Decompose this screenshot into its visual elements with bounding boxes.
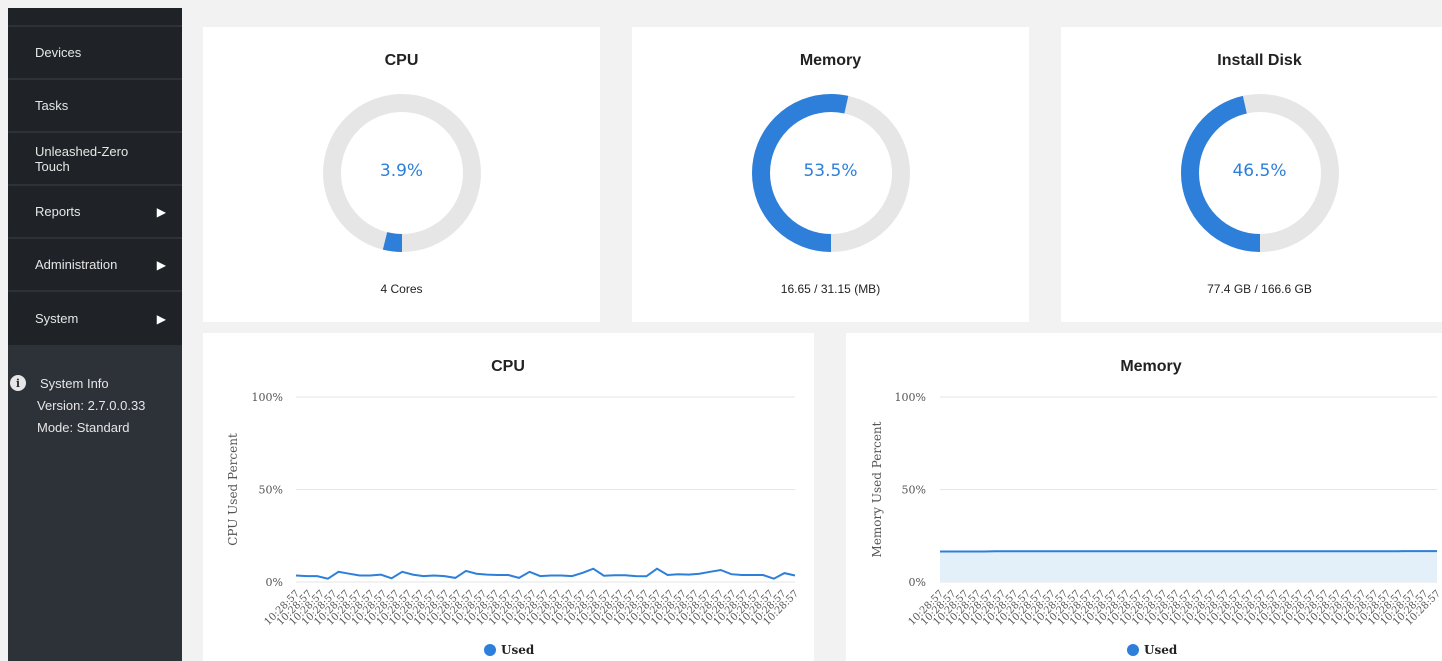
memory-gauge-value: 53.5% — [803, 161, 858, 181]
legend-marker[interactable] — [1127, 644, 1139, 656]
sidebar-item-administration[interactable]: Administration ▶ — [8, 239, 182, 292]
chart-title: Memory — [1120, 358, 1181, 375]
sidebar: Devices Tasks Unleashed-Zero Touch Repor… — [8, 8, 182, 661]
legend-marker[interactable] — [484, 644, 496, 656]
memory-gauge-card: Memory 53.5% 16.65 / 31.15 (MB) — [632, 27, 1029, 322]
sidebar-top-spacer — [8, 8, 182, 27]
system-info-header: i System Info — [8, 375, 182, 391]
y-tick-label: 0% — [266, 576, 283, 589]
system-info-title: System Info — [40, 375, 109, 391]
sidebar-item-label: Administration — [35, 257, 118, 272]
chart-title: CPU — [491, 358, 525, 375]
disk-gauge-title: Install Disk — [1217, 52, 1302, 69]
y-tick-label: 100% — [252, 391, 283, 404]
sidebar-item-reports[interactable]: Reports ▶ — [8, 186, 182, 239]
sidebar-item-label: Devices — [35, 45, 82, 60]
y-tick-label: 50% — [902, 484, 926, 497]
disk-gauge-card: Install Disk 46.5% 77.4 GB / 166.6 GB — [1061, 27, 1442, 322]
disk-gauge-footer: 77.4 GB / 166.6 GB — [1207, 282, 1312, 296]
memory-gauge-title: Memory — [799, 52, 862, 69]
system-version: Version: 2.7.0.0.33 — [37, 398, 146, 413]
y-tick-label: 100% — [895, 391, 926, 404]
sidebar-item-label: System — [35, 311, 79, 326]
sidebar-item-devices[interactable]: Devices — [8, 27, 182, 80]
sidebar-item-system[interactable]: System ▶ — [8, 292, 182, 345]
cpu-usage-chart: CPUCPU Used Percent100%50%0%10:28:5710:2… — [226, 358, 801, 657]
memory-usage-chart: MemoryMemory Used Percent100%50%0%10:28:… — [870, 358, 1442, 657]
legend-label[interactable]: Used — [1144, 643, 1178, 657]
cpu-gauge-value: 3.9% — [379, 161, 424, 181]
sidebar-item-label: Reports — [35, 204, 81, 219]
caret-right-icon: ▶ — [156, 204, 166, 219]
sidebar-nav: Devices Tasks Unleashed-Zero Touch Repor… — [8, 8, 182, 345]
caret-right-icon: ▶ — [156, 311, 166, 326]
system-info-panel: i System Info Version: 2.7.0.0.33 Mode: … — [8, 345, 182, 435]
sidebar-item-label: Unleashed-Zero Touch — [35, 143, 129, 174]
system-mode: Mode: Standard — [37, 420, 130, 435]
y-tick-label: 50% — [259, 484, 283, 497]
info-icon: i — [10, 375, 26, 391]
caret-right-icon: ▶ — [156, 257, 166, 272]
memory-donut: 53.5% — [632, 93, 1029, 253]
y-axis-label: Memory Used Percent — [870, 421, 884, 557]
sidebar-item-label: Tasks — [35, 98, 69, 113]
cpu-gauge-footer: 4 Cores — [380, 282, 423, 296]
series-area — [940, 551, 1437, 582]
disk-donut: 46.5% — [1061, 93, 1442, 253]
cpu-chart-card: CPU CPU Used Percent 100% 50% 0% 10:28:57 10:2… — [203, 333, 814, 661]
series-line — [295, 567, 796, 580]
y-axis-label: CPU Used Percent — [226, 433, 240, 546]
sidebar-item-unleashed-zero-touch[interactable]: Unleashed-Zero Touch — [8, 133, 182, 186]
legend-label[interactable]: Used — [501, 643, 535, 657]
sidebar-item-tasks[interactable]: Tasks — [8, 80, 182, 133]
cpu-gauge-title: CPU — [384, 52, 419, 69]
disk-gauge-value: 46.5% — [1232, 161, 1287, 181]
memory-chart-card: Memory Memory Used Percent 100% 50% 0% 10:28:… — [846, 333, 1442, 661]
cpu-donut: 3.9% — [203, 93, 600, 253]
y-tick-label: 0% — [909, 576, 926, 589]
memory-gauge-footer: 16.65 / 31.15 (MB) — [780, 282, 881, 296]
cpu-gauge-card: CPU 3.9% 4 Cores — [203, 27, 600, 322]
